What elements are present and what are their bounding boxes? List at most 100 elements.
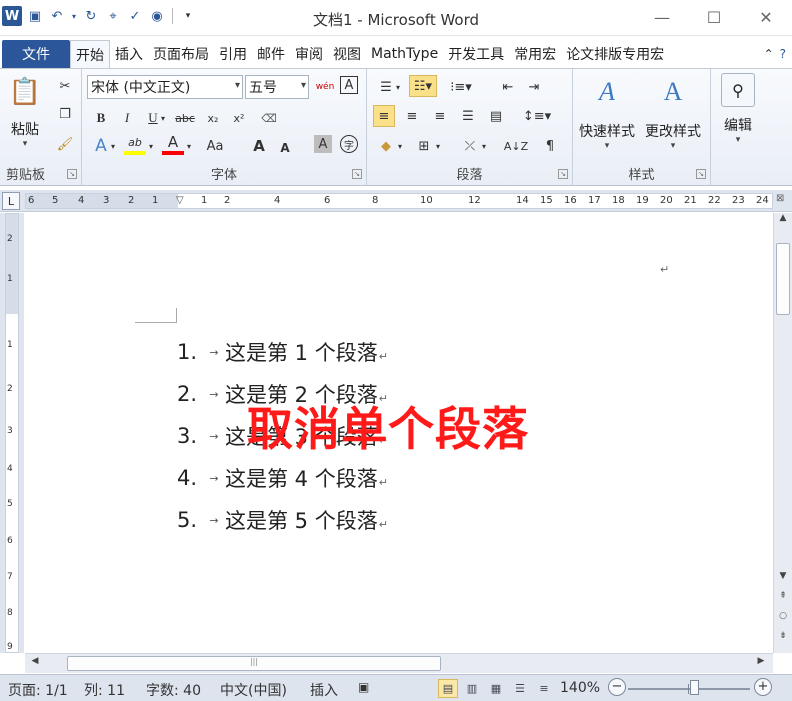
bold-button[interactable]: B	[90, 107, 112, 129]
vertical-scrollbar[interactable]: ▲ ▼ ⇞ ○ ⇟	[773, 213, 792, 653]
font-color-button[interactable]: A	[162, 133, 184, 155]
zoom-slider[interactable]	[628, 688, 750, 690]
highlight-dropdown-icon[interactable]: ▾	[146, 135, 156, 157]
shading-dropdown-icon[interactable]: ▾	[395, 135, 405, 157]
justify-button[interactable]: ☰	[457, 105, 479, 127]
underline-dropdown-icon[interactable]: ▾	[158, 107, 168, 129]
distributed-button[interactable]: ▤	[485, 105, 507, 127]
tab-mailings[interactable]: 邮件	[252, 40, 290, 68]
font-launcher-icon[interactable]: ↘	[352, 169, 362, 179]
decrease-indent-button[interactable]: ⇤	[497, 76, 519, 98]
vertical-ruler[interactable]: 2 1 1 2 3 4 5 6 7 8 9	[0, 213, 24, 653]
help-icon[interactable]: ?	[780, 47, 786, 61]
view-ruler-icon[interactable]: ⊠	[776, 193, 790, 207]
tab-common-macros[interactable]: 常用宏	[509, 40, 561, 68]
document-page[interactable]: ↵ 1. → 这是第 1 个段落 ↵ 2. → 这是第 2 个段落 ↵ 3. →…	[25, 213, 773, 653]
paragraph-launcher-icon[interactable]: ↘	[558, 169, 568, 179]
tab-developer[interactable]: 开发工具	[443, 40, 509, 68]
tab-view[interactable]: 视图	[328, 40, 366, 68]
column-indicator[interactable]: 列: 11	[84, 680, 125, 700]
tab-review[interactable]: 审阅	[290, 40, 328, 68]
shading-button[interactable]: ◆	[375, 135, 397, 157]
sort-button[interactable]: A↓Z	[504, 135, 528, 157]
enclose-chars-button[interactable]: 字	[340, 135, 358, 153]
maximize-button[interactable]: ☐	[688, 0, 740, 34]
quick-styles-button[interactable]: A 快速样式 ▾	[579, 75, 635, 151]
borders-dropdown-icon[interactable]: ▾	[433, 135, 443, 157]
web-layout-icon[interactable]: ▦	[486, 679, 506, 698]
print-layout-view-icon[interactable]: ▤	[438, 679, 458, 698]
tab-mathtype[interactable]: MathType	[366, 40, 443, 68]
full-screen-reading-icon[interactable]: ▥	[462, 679, 482, 698]
change-styles-button[interactable]: A 更改样式 ▾	[645, 75, 701, 151]
page-count[interactable]: 页面: 1/1	[8, 680, 68, 700]
borders-button[interactable]: ⊞	[413, 135, 435, 157]
styles-launcher-icon[interactable]: ↘	[696, 169, 706, 179]
clear-formatting-icon[interactable]: ⌫	[258, 107, 280, 129]
tab-page-layout[interactable]: 页面布局	[148, 40, 214, 68]
tab-file[interactable]: 文件	[2, 40, 70, 68]
scroll-left-icon[interactable]: ◀	[27, 656, 43, 666]
align-center-button[interactable]: ≡	[401, 105, 423, 127]
first-line-indent-marker[interactable]: ▽	[176, 195, 184, 206]
close-button[interactable]: ✕	[740, 0, 792, 34]
draft-view-icon[interactable]: ≡	[534, 679, 554, 698]
tab-thesis-macros[interactable]: 论文排版专用宏	[561, 40, 669, 68]
change-case-button[interactable]: Aa	[202, 135, 228, 157]
select-browse-object-icon[interactable]: ○	[774, 611, 792, 621]
tab-selector-button[interactable]: L	[2, 192, 20, 210]
tab-insert[interactable]: 插入	[110, 40, 148, 68]
text-effect-dropdown-icon[interactable]: ▾	[108, 135, 118, 157]
zoom-level[interactable]: 140%	[560, 680, 600, 696]
superscript-button[interactable]: x²	[228, 107, 250, 129]
subscript-button[interactable]: x₂	[202, 107, 224, 129]
multilevel-list-button[interactable]: ⁝≡▾	[447, 76, 475, 98]
editing-button[interactable]: ⚲ 编辑 ▾	[721, 73, 755, 145]
align-left-button[interactable]: ≡	[373, 105, 395, 127]
align-right-button[interactable]: ≡	[429, 105, 451, 127]
horizontal-scrollbar[interactable]: ◀ ||| ▶	[25, 653, 773, 673]
tab-references[interactable]: 引用	[214, 40, 252, 68]
increase-indent-button[interactable]: ⇥	[523, 76, 545, 98]
tab-home[interactable]: 开始	[70, 40, 110, 68]
zoom-slider-knob[interactable]	[690, 680, 699, 695]
horizontal-ruler[interactable]: 6 5 4 3 2 1 ▽ 1 2 4 6 8 10 12 14 15 16 1…	[25, 193, 773, 209]
zoom-out-button[interactable]: −	[608, 678, 626, 696]
next-page-icon[interactable]: ⇟	[774, 631, 792, 641]
bullets-dropdown-icon[interactable]: ▾	[393, 76, 403, 98]
insert-mode[interactable]: 插入	[310, 680, 338, 700]
scroll-right-icon[interactable]: ▶	[753, 656, 769, 666]
font-name-select[interactable]: 宋体 (中文正文) ▾	[87, 75, 243, 99]
chinese-layout-dropdown-icon[interactable]: ▾	[479, 135, 489, 157]
highlight-button[interactable]: ab	[124, 133, 146, 155]
zoom-in-button[interactable]: +	[754, 678, 772, 696]
list-item[interactable]: 4. → 这是第 4 个段落 ↵	[177, 457, 388, 499]
minimize-button[interactable]: —	[636, 0, 688, 34]
font-size-select[interactable]: 五号 ▾	[245, 75, 309, 99]
char-shading-button[interactable]: A	[314, 135, 332, 153]
previous-page-icon[interactable]: ⇞	[774, 591, 792, 601]
scroll-down-icon[interactable]: ▼	[774, 571, 792, 587]
show-marks-button[interactable]: ¶	[539, 135, 561, 157]
macro-record-icon[interactable]: ▣	[358, 680, 369, 694]
outline-view-icon[interactable]: ☰	[510, 679, 530, 698]
scroll-up-icon[interactable]: ▲	[774, 213, 792, 229]
copy-icon[interactable]: ❐	[54, 103, 76, 125]
font-color-dropdown-icon[interactable]: ▾	[184, 135, 194, 157]
list-item[interactable]: 1. → 这是第 1 个段落 ↵	[177, 331, 388, 373]
format-painter-icon[interactable]: 🖌	[54, 133, 76, 155]
vertical-scroll-thumb[interactable]	[776, 243, 790, 315]
cut-icon[interactable]: ✂	[54, 75, 76, 97]
paste-button[interactable]: 📋 粘贴 ▾	[8, 75, 42, 149]
strikethrough-button[interactable]: abc	[172, 107, 198, 129]
numbering-button[interactable]: ☷▾	[409, 75, 437, 97]
word-count[interactable]: 字数: 40	[146, 680, 201, 700]
language-indicator[interactable]: 中文(中国)	[220, 680, 287, 700]
clipboard-launcher-icon[interactable]: ↘	[67, 169, 77, 179]
shrink-font-button[interactable]: A	[274, 137, 296, 159]
minimize-ribbon-icon[interactable]: ⌃	[764, 47, 774, 61]
italic-button[interactable]: I	[116, 107, 138, 129]
horizontal-scroll-thumb[interactable]: |||	[67, 656, 441, 671]
char-border-icon[interactable]: A	[340, 76, 358, 94]
chinese-layout-button[interactable]: ⤫	[459, 135, 481, 157]
